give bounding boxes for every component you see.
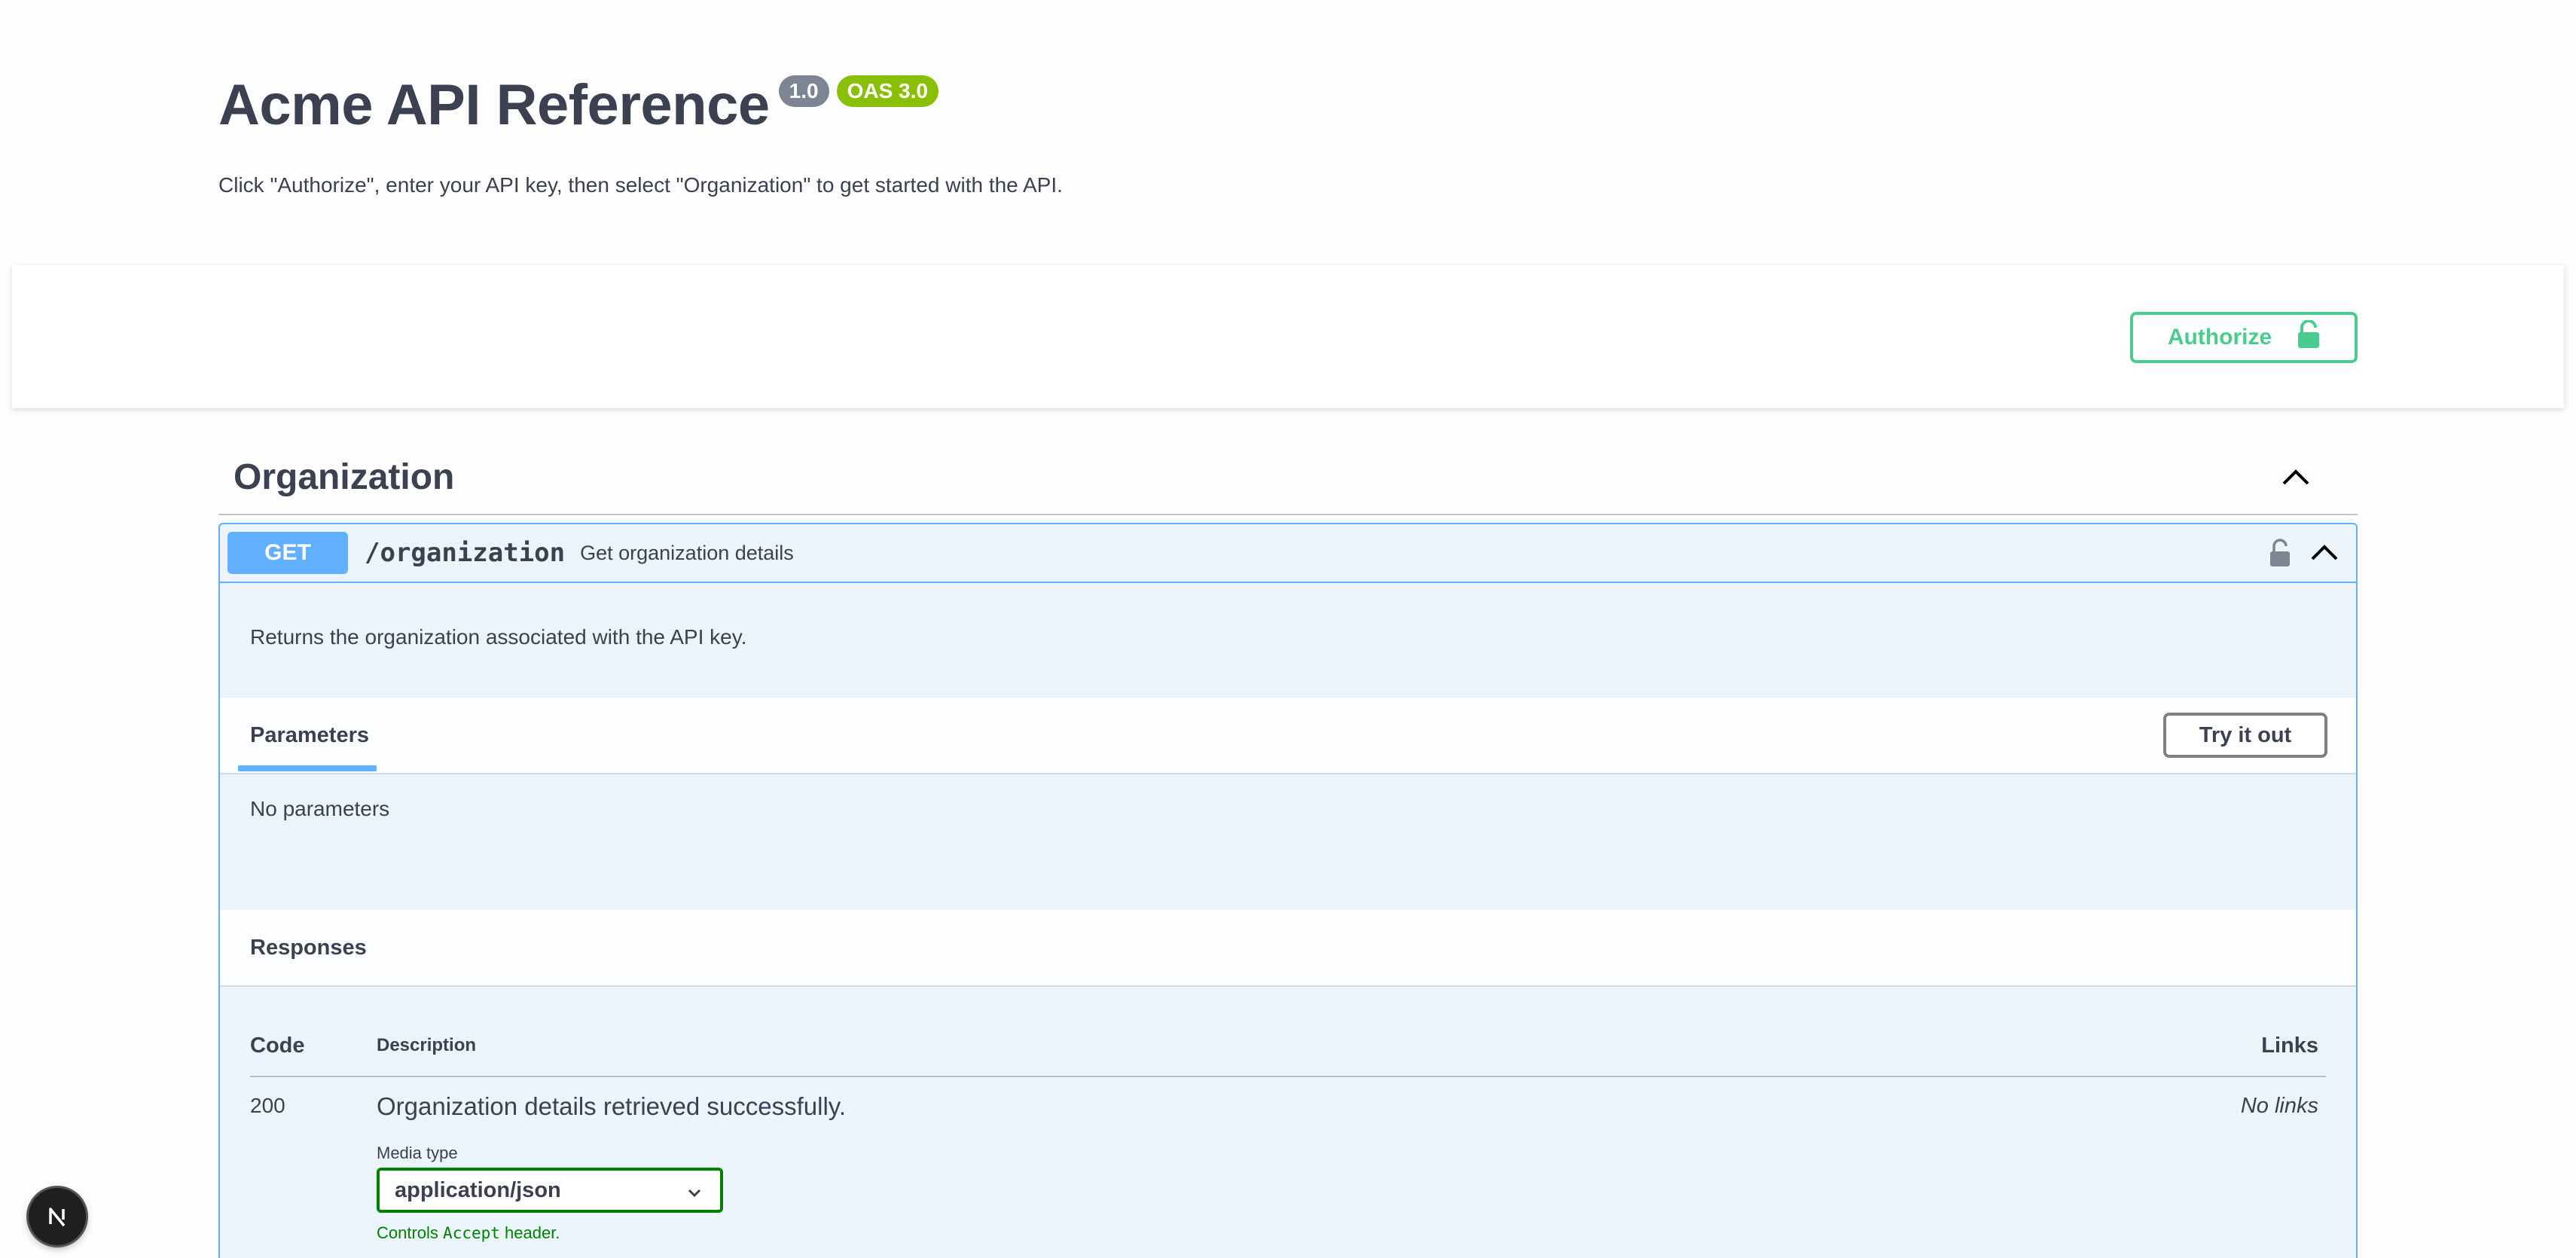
tag-section-organization[interactable]: Organization bbox=[218, 440, 2358, 515]
tab-active-indicator bbox=[238, 765, 377, 771]
oas-version-badge: OAS 3.0 bbox=[836, 75, 939, 107]
http-method-badge: GET bbox=[227, 532, 348, 574]
api-info: Acme API Reference 1.0 OAS 3.0 Click "Au… bbox=[218, 68, 2358, 197]
lock-open-icon bbox=[2297, 319, 2320, 355]
authorize-button[interactable]: Authorize bbox=[2130, 312, 2358, 363]
no-parameters-text: No parameters bbox=[250, 797, 390, 820]
version-badge: 1.0 bbox=[778, 75, 829, 107]
lock-open-icon[interactable] bbox=[2269, 538, 2291, 572]
title-row: Acme API Reference 1.0 OAS 3.0 bbox=[218, 68, 2358, 143]
scheme-container: Authorize bbox=[12, 265, 2564, 408]
parameters-header: Parameters Try it out bbox=[220, 698, 2356, 774]
response-code: 200 bbox=[250, 1094, 285, 1117]
operation-path: /organization bbox=[365, 538, 566, 568]
hint-header-name: Accept bbox=[443, 1224, 500, 1242]
responses-header: Responses bbox=[220, 910, 2356, 987]
api-description: Click "Authorize", enter your API key, t… bbox=[218, 173, 1063, 197]
hint-prefix: Controls bbox=[377, 1223, 444, 1242]
responses-table: Code Description Links 200 Organization … bbox=[220, 987, 2356, 1258]
operation-get-organization: GET /organization Get organization detai… bbox=[218, 523, 2358, 1258]
table-row: 200 Organization details retrieved succe… bbox=[250, 1077, 2326, 1258]
operation-summary-text: Get organization details bbox=[580, 541, 794, 564]
media-type-hint: Controls Accept header. bbox=[377, 1223, 560, 1243]
responses-table-header: Code Description Links bbox=[250, 987, 2326, 1077]
column-header-links: Links bbox=[2261, 1034, 2318, 1058]
try-it-out-button[interactable]: Try it out bbox=[2163, 713, 2327, 758]
nextjs-logo-icon[interactable] bbox=[29, 1188, 86, 1245]
operation-description: Returns the organization associated with… bbox=[250, 625, 747, 649]
authorize-label: Authorize bbox=[2167, 325, 2272, 350]
media-type-label: Media type bbox=[377, 1143, 458, 1162]
tag-name: Organization bbox=[233, 456, 455, 497]
chevron-up-icon[interactable] bbox=[2308, 536, 2341, 569]
chevron-down-icon bbox=[685, 1183, 704, 1208]
media-type-select[interactable]: application/json bbox=[377, 1168, 723, 1213]
response-links: No links bbox=[2240, 1094, 2318, 1118]
page-title: Acme API Reference bbox=[218, 73, 770, 137]
response-description: Organization details retrieved successfu… bbox=[377, 1092, 847, 1120]
operation-summary[interactable]: GET /organization Get organization detai… bbox=[220, 524, 2356, 583]
responses-title: Responses bbox=[250, 936, 367, 960]
media-type-value: application/json bbox=[395, 1177, 561, 1202]
column-header-description: Description bbox=[377, 1035, 477, 1055]
hint-suffix: header. bbox=[499, 1223, 560, 1242]
chevron-up-icon[interactable] bbox=[2279, 461, 2312, 494]
column-header-code: Code bbox=[250, 1034, 305, 1058]
tab-parameters[interactable]: Parameters bbox=[250, 723, 369, 748]
